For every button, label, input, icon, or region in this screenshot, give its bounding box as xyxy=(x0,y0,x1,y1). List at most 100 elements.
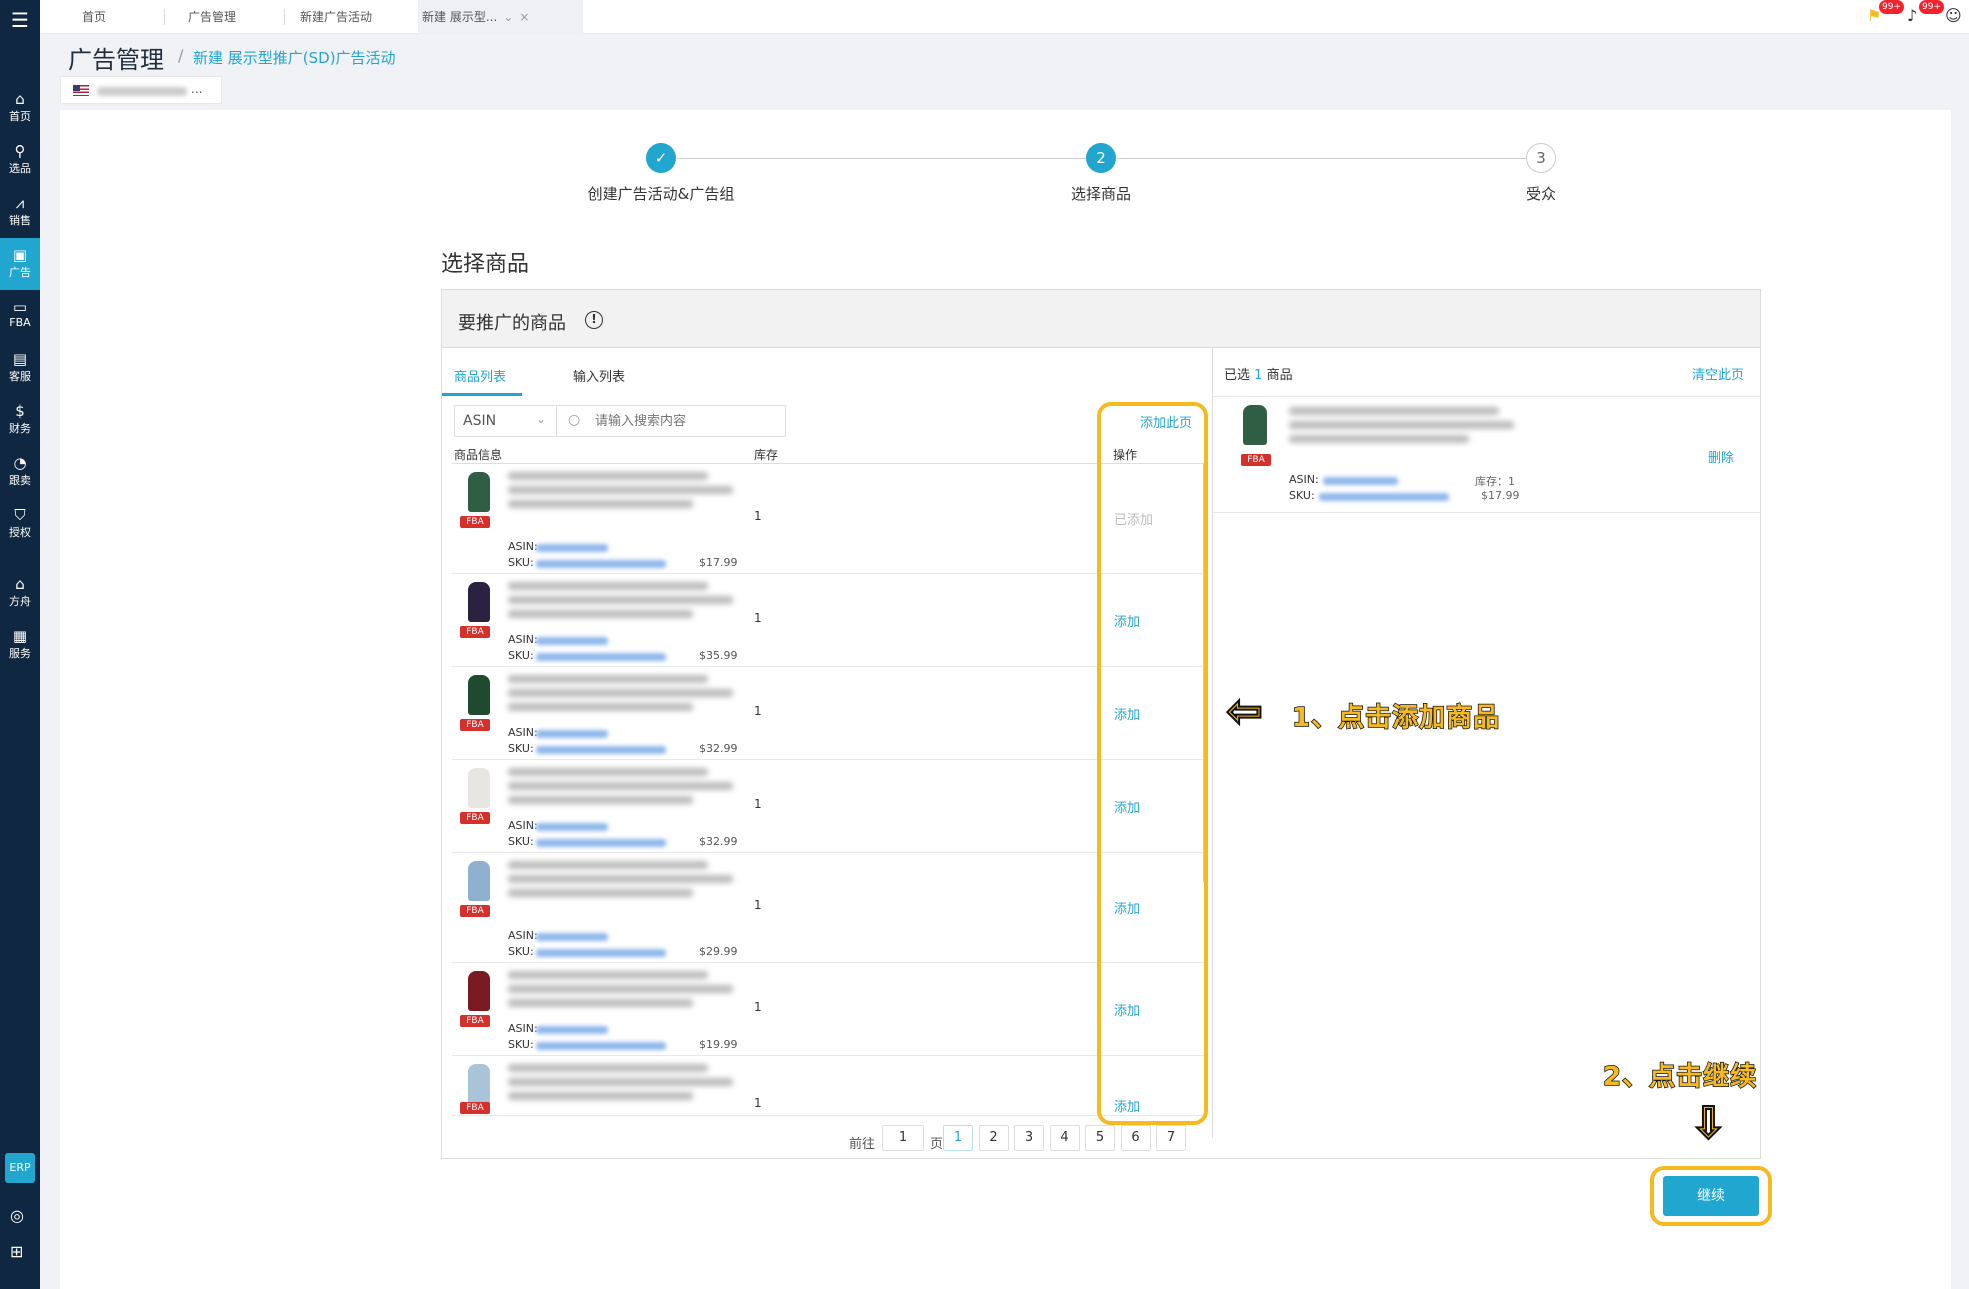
service-icon: ▤ xyxy=(12,350,28,368)
store-selector[interactable]: ... xyxy=(60,76,222,104)
pager-page-7[interactable]: 7 xyxy=(1156,1125,1186,1151)
product-price: $29.99 xyxy=(699,945,738,958)
table-row: FBA 1 添加 xyxy=(452,1056,1206,1116)
sidebar-item-auth[interactable]: ⛉ 授权 xyxy=(0,498,40,550)
product-stock: 1 xyxy=(754,1000,762,1014)
tab-home[interactable]: 首页 xyxy=(78,0,110,34)
table-row: FBA ASIN: SKU: $19.99 1 添加 xyxy=(452,963,1206,1056)
tab-product-list[interactable]: 商品列表 xyxy=(454,366,506,385)
pager-page-6[interactable]: 6 xyxy=(1120,1125,1151,1151)
asin-link-blurred[interactable] xyxy=(536,823,608,831)
annotation-step-1: 1、点击添加商品 xyxy=(1291,702,1501,734)
highlight-add-column xyxy=(1097,402,1208,1125)
product-title-blurred xyxy=(508,971,733,1015)
fba-badge: FBA xyxy=(460,1102,490,1114)
sidebar-item-service[interactable]: ▤ 客服 xyxy=(0,342,40,394)
sidebar-item-services[interactable]: ▦ 服务 xyxy=(0,619,40,671)
fba-badge: FBA xyxy=(460,516,490,528)
section-title: 选择商品 xyxy=(441,252,530,277)
sidebar-item-sales[interactable]: ⩘ 销售 xyxy=(0,186,40,238)
selected-price: $17.99 xyxy=(1481,489,1520,502)
panel-title: 要推广的商品 xyxy=(458,313,566,334)
tab-new-campaign[interactable]: 新建广告活动 xyxy=(296,0,376,34)
selected-stock: 库存：1 xyxy=(1475,475,1515,488)
us-flag-icon xyxy=(73,85,89,96)
store-name-blurred xyxy=(97,87,187,96)
pager-page-1[interactable]: 1 xyxy=(943,1125,973,1151)
sku-link-blurred[interactable] xyxy=(536,949,666,957)
asin-link-blurred[interactable] xyxy=(536,544,608,552)
top-tab-bar: 首页 广告管理 新建广告活动 新建 展示型... ⌄ × ⚑ 99+ ♪ 99+ ☺ xyxy=(40,0,1969,34)
sku-link-blurred[interactable] xyxy=(536,653,666,661)
search-type-select[interactable]: ASIN ⌄ xyxy=(454,405,557,437)
close-icon[interactable]: × xyxy=(519,10,529,24)
product-stock: 1 xyxy=(754,509,762,523)
services-icon: ▦ xyxy=(12,627,28,645)
search-icon: ○ xyxy=(568,412,581,428)
tab-divider xyxy=(284,9,285,25)
step-2-circle: 2 xyxy=(1086,143,1116,173)
sidebar-item-selection[interactable]: ⚲ 选品 xyxy=(0,134,40,186)
breadcrumb-separator: / xyxy=(178,46,184,65)
erp-button[interactable]: ERP xyxy=(5,1153,35,1183)
sidebar-item-follow-sell[interactable]: ◔ 跟卖 xyxy=(0,446,40,498)
step-1-label: 创建广告活动&广告组 xyxy=(587,185,735,203)
fba-icon: ▭ xyxy=(12,298,28,316)
product-image xyxy=(468,582,490,622)
breadcrumb-current[interactable]: 新建 展示型推广(SD)广告活动 xyxy=(193,47,396,68)
product-title-blurred xyxy=(508,472,733,516)
info-icon[interactable]: ! xyxy=(585,311,603,329)
sku-link-blurred[interactable] xyxy=(536,746,666,754)
logo-icon[interactable]: ☰ xyxy=(6,6,34,34)
chevron-down-icon: ⌄ xyxy=(535,412,546,426)
sku-link-blurred[interactable] xyxy=(536,560,666,568)
active-tab-underline xyxy=(442,393,522,396)
sku-link-blurred[interactable] xyxy=(536,839,666,847)
ad-icon: ▣ xyxy=(12,246,28,264)
search-input[interactable] xyxy=(556,405,786,437)
chevron-down-icon[interactable]: ⌄ xyxy=(503,10,513,24)
pager-goto-input[interactable]: 1 xyxy=(882,1125,924,1151)
follow-sell-icon: ◔ xyxy=(13,454,27,472)
gift-icon[interactable]: ⊞ xyxy=(10,1242,23,1261)
selected-header: 已选 1 商品 xyxy=(1224,368,1293,383)
step-1-circle: ✓ xyxy=(646,143,676,173)
tab-ad-management[interactable]: 广告管理 xyxy=(184,0,240,34)
product-title-blurred xyxy=(508,1064,733,1108)
asin-link-blurred[interactable] xyxy=(536,730,608,738)
fba-badge: FBA xyxy=(460,719,490,731)
sidebar-item-finance[interactable]: $ 财务 xyxy=(0,394,40,446)
pager-page-2[interactable]: 2 xyxy=(978,1125,1009,1151)
sidebar-item-fba[interactable]: ▭ FBA xyxy=(0,290,40,342)
user-icon[interactable]: ☺ xyxy=(1945,6,1962,25)
pager-page-3[interactable]: 3 xyxy=(1014,1125,1044,1151)
sidebar-item-ads[interactable]: ▣ 广告 xyxy=(0,238,40,290)
support-icon[interactable]: ◎ xyxy=(10,1206,24,1225)
sidebar-item-home[interactable]: ⌂ 首页 xyxy=(0,82,40,134)
product-image xyxy=(468,768,490,808)
tab-input-list[interactable]: 输入列表 xyxy=(573,366,625,385)
pager-page-5[interactable]: 5 xyxy=(1085,1125,1115,1151)
notification-badge: 99+ xyxy=(1879,0,1904,14)
asin-link-blurred[interactable] xyxy=(536,637,608,645)
bell-icon[interactable]: ♪ xyxy=(1907,6,1917,25)
product-price: $32.99 xyxy=(699,742,738,755)
tab-new-sd-campaign[interactable]: 新建 展示型... ⌄ × xyxy=(418,0,583,34)
sidebar-item-ark[interactable]: ⌂ 方舟 xyxy=(0,567,40,619)
clear-page-link[interactable]: 清空此页 xyxy=(1692,364,1744,383)
fba-badge: FBA xyxy=(460,812,490,824)
search-icon: ⚲ xyxy=(14,142,26,160)
sku-link-blurred[interactable] xyxy=(1319,493,1449,501)
step-2-label: 选择商品 xyxy=(1070,185,1131,203)
asin-link-blurred[interactable] xyxy=(536,933,608,941)
asin-link-blurred[interactable] xyxy=(1323,477,1398,485)
delete-link[interactable]: 删除 xyxy=(1708,447,1734,466)
pager-page-4[interactable]: 4 xyxy=(1049,1125,1080,1151)
selected-item: FBA ASIN: SKU: 库存：1 $17.99 删除 xyxy=(1213,397,1760,513)
asin-link-blurred[interactable] xyxy=(536,1026,608,1034)
product-stock: 1 xyxy=(754,797,762,811)
step-3-circle: 3 xyxy=(1526,143,1556,173)
product-image xyxy=(468,971,490,1011)
tab-divider xyxy=(164,9,165,25)
sku-link-blurred[interactable] xyxy=(536,1042,666,1050)
